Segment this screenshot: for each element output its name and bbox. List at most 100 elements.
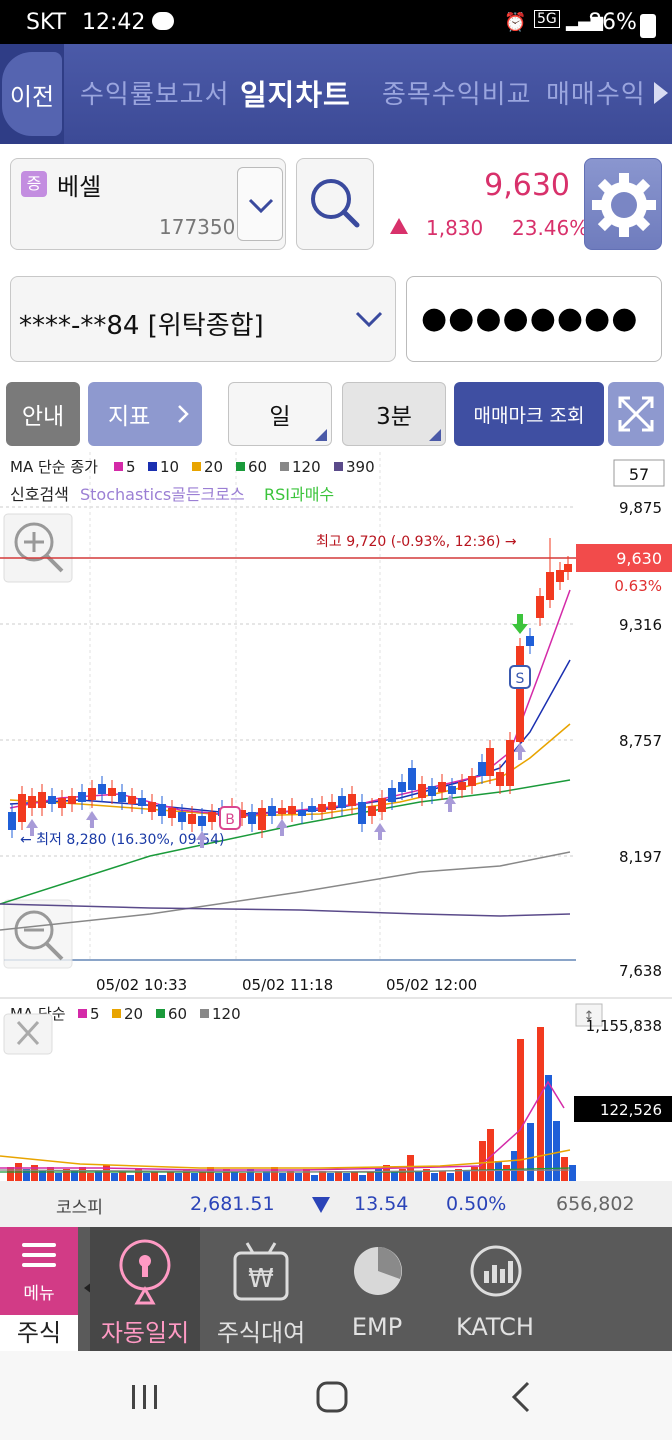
period-select[interactable]: 일 <box>228 382 332 446</box>
nav-stock-lending[interactable]: ₩ 주식대여 <box>206 1227 316 1351</box>
back-button[interactable] <box>510 1381 532 1417</box>
y-tick: 9,875 <box>619 499 662 517</box>
trade-mark-button[interactable]: 매매마크 조회 <box>454 382 604 446</box>
chevron-down-icon <box>248 198 274 214</box>
expand-button[interactable] <box>608 382 664 446</box>
account-selector[interactable]: ****-**84 [위탁종합] <box>10 276 396 362</box>
index-name: 코스피 <box>56 1198 103 1218</box>
legend-label: 120 <box>212 1005 241 1023</box>
status-bar: SKT 12:42 ⏰ 5G ▂▄▆ 86% <box>0 0 672 44</box>
signal-arrow-stem <box>30 828 34 836</box>
current-price-tag-pct: 0.63% <box>614 577 662 595</box>
candle <box>268 806 276 816</box>
nav-katch[interactable]: KATCH <box>440 1227 550 1351</box>
nav-auto-journal-label: 자동일지 <box>100 1319 190 1347</box>
stock-tab[interactable]: 주식 <box>0 1315 78 1351</box>
close-volume-button[interactable] <box>3 1013 53 1055</box>
recent-apps-button[interactable] <box>130 1383 160 1415</box>
trade-mark-label: 매매마크 조회 <box>473 404 585 427</box>
volume-bar <box>447 1173 454 1181</box>
candle <box>248 812 256 824</box>
candle <box>18 794 26 822</box>
password-field[interactable]: ●●●●●●●● <box>406 276 662 362</box>
clock: 12:42 <box>82 10 146 35</box>
tab-trade-profit[interactable]: 매매수익 <box>546 74 646 111</box>
interval-label: 3분 <box>376 404 412 430</box>
volume-bar <box>191 1173 198 1181</box>
home-button[interactable] <box>316 1381 348 1417</box>
candle <box>398 782 406 792</box>
password-mask: ●●●●●●●● <box>421 301 639 336</box>
y-tick: 8,757 <box>619 732 662 750</box>
tab-stock-compare[interactable]: 종목수익비교 <box>382 74 532 111</box>
guide-button[interactable]: 안내 <box>6 382 80 446</box>
nav-stock-lending-label: 주식대여 <box>216 1319 306 1347</box>
volume-bar <box>375 1169 382 1181</box>
buy-mark-label: B <box>225 812 235 828</box>
back-icon <box>511 1381 530 1413</box>
signal-rsi: RSI과매수 <box>264 485 334 504</box>
chart-area[interactable]: MA 단순 종가 5 10 20 60 120 390 신호검색 Stochastics골… <box>0 452 672 1181</box>
candle <box>546 572 554 600</box>
candle <box>318 804 326 812</box>
prev-button[interactable]: 이전 <box>0 44 64 144</box>
period-label: 일 <box>269 404 291 430</box>
nav-auto-journal[interactable]: 자동일지 <box>90 1227 200 1351</box>
nav-emp-label: EMP <box>351 1313 403 1341</box>
volume-bar <box>79 1167 86 1181</box>
tab-journal-chart[interactable]: 일지차트 <box>240 72 351 114</box>
candle <box>208 812 216 822</box>
volume-bar <box>175 1173 182 1181</box>
interval-select[interactable]: 3분 <box>342 382 446 446</box>
price-change: 1,830 <box>426 216 484 240</box>
x-tick: 05/02 12:00 <box>386 976 477 994</box>
nav-emp[interactable]: EMP <box>322 1227 432 1351</box>
candle <box>496 772 504 786</box>
candle <box>258 808 266 830</box>
zoom-out-button[interactable] <box>3 899 73 969</box>
candle <box>278 808 286 814</box>
volume-bar <box>143 1173 150 1181</box>
legend-swatch <box>192 462 201 471</box>
index-ticker[interactable]: 코스피 2,681.51 13.54 0.50% 656,802 <box>0 1181 672 1227</box>
candle <box>328 802 336 810</box>
candle <box>108 788 116 796</box>
legend-label: 5 <box>126 458 136 476</box>
stock-dropdown-button[interactable] <box>237 167 283 241</box>
scroll-right-icon[interactable] <box>654 82 668 104</box>
candle <box>378 798 386 812</box>
index-volume: 656,802 <box>556 1193 635 1215</box>
x-tick: 05/02 10:33 <box>96 976 187 994</box>
candle <box>8 812 16 830</box>
indicator-label: 지표 <box>108 404 151 430</box>
top-tab-bar: 이전 수익률보고서 일지차트 종목수익비교 매매수익 <box>0 44 672 144</box>
settings-button[interactable] <box>584 158 662 250</box>
volume-bar <box>255 1173 262 1181</box>
indicator-button[interactable]: 지표 <box>88 382 202 446</box>
search-button[interactable] <box>296 158 374 250</box>
legend-label: 20 <box>204 458 223 476</box>
candle <box>368 806 376 816</box>
volume-bar <box>463 1171 470 1181</box>
pie-icon <box>354 1247 402 1295</box>
x-tick: 05/02 11:18 <box>242 976 333 994</box>
won-icon: ₩ <box>233 1242 289 1301</box>
volume-bar <box>415 1171 422 1181</box>
legend-swatch <box>148 462 157 471</box>
candle <box>148 802 156 812</box>
signal-arrow-stem <box>378 832 382 840</box>
market-badge: 증 <box>21 171 47 197</box>
candle <box>468 776 476 786</box>
zoom-in-button[interactable] <box>3 513 73 583</box>
up-arrow-icon <box>390 218 408 234</box>
candle <box>188 814 196 824</box>
recent-apps-icon <box>132 1385 157 1409</box>
tab-report[interactable]: 수익률보고서 <box>80 74 230 111</box>
chart-icon <box>470 1245 522 1297</box>
volume-bar <box>47 1167 54 1181</box>
menu-button[interactable]: 메뉴 주식 <box>0 1227 78 1351</box>
current-price-tag-value: 9,630 <box>616 549 662 568</box>
stock-selector[interactable]: 증 베셀 177350 <box>10 158 286 250</box>
volume-bar <box>223 1169 230 1181</box>
volume-bar <box>215 1173 222 1181</box>
